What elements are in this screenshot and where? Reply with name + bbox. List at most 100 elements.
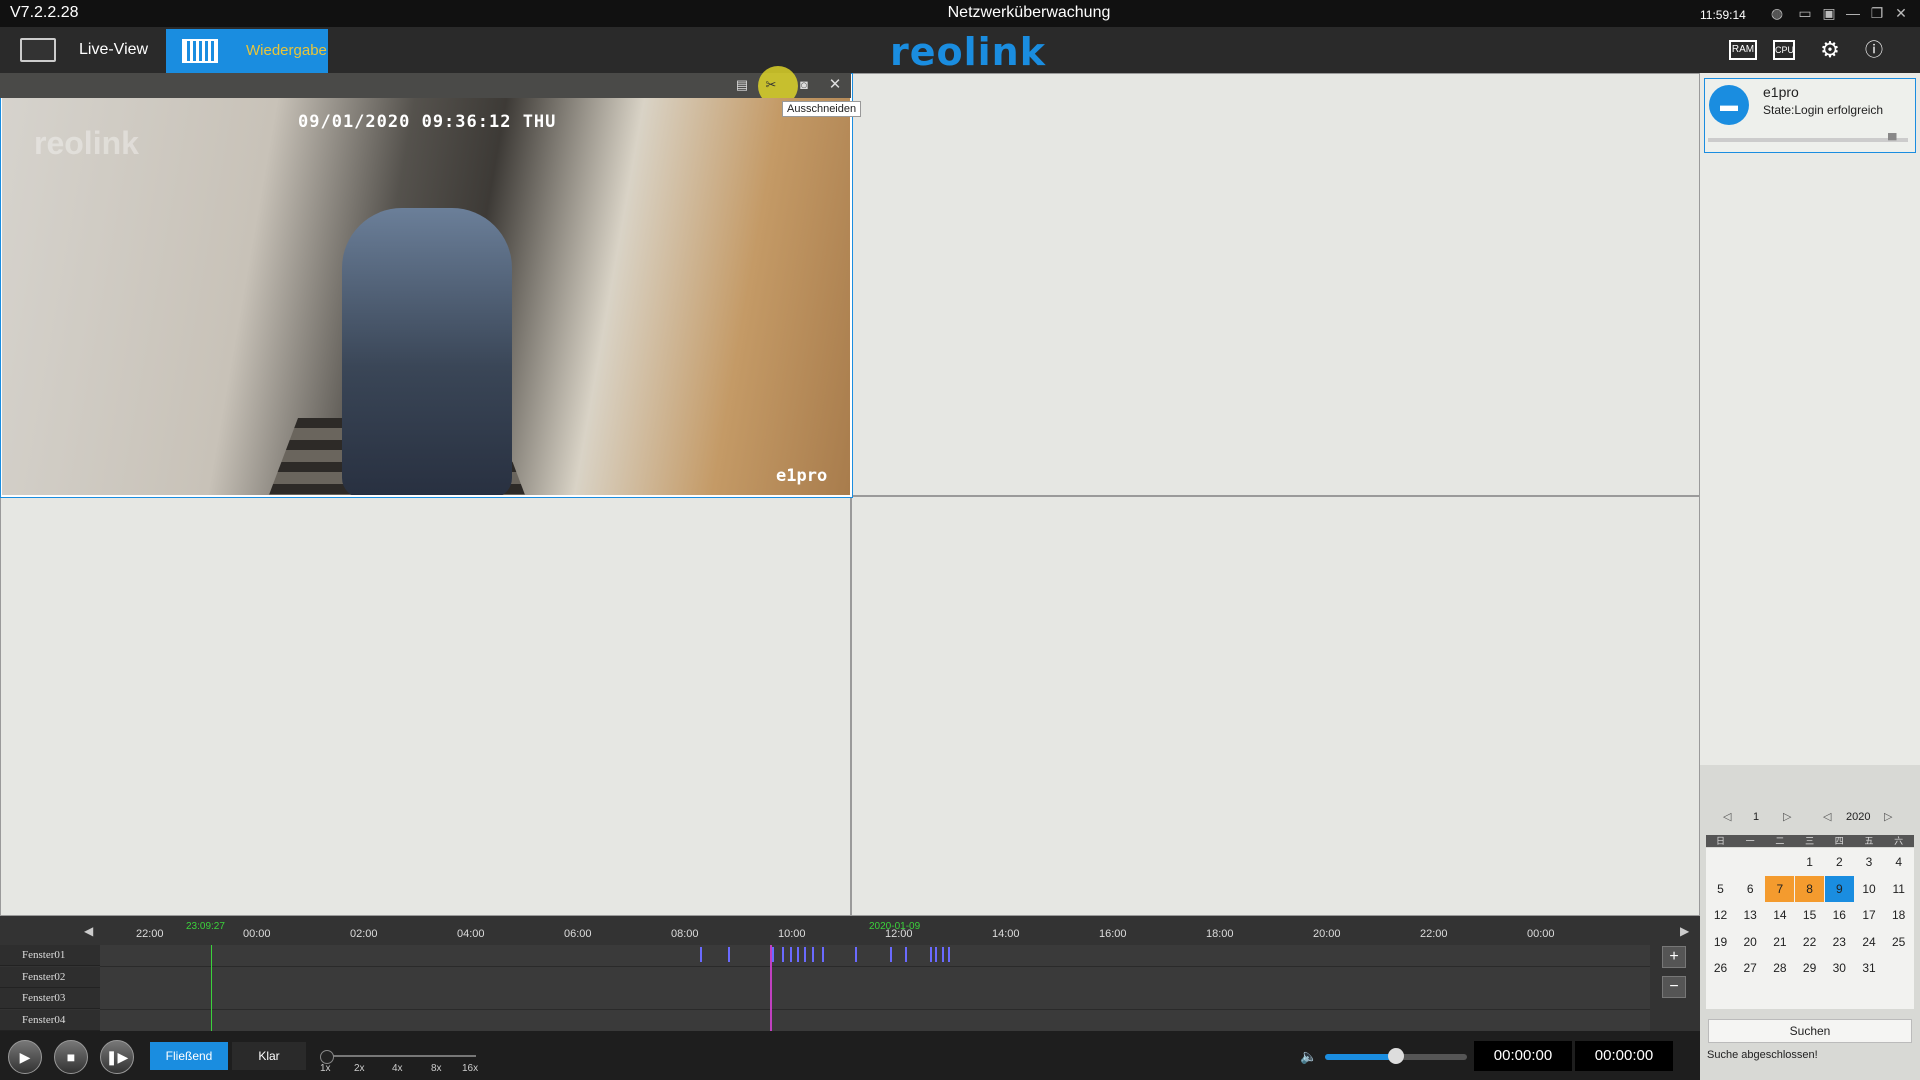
timeline-row-label[interactable]: Fenster03 bbox=[0, 988, 100, 1009]
globe-icon[interactable]: ◍ bbox=[1768, 5, 1786, 21]
close-icon[interactable]: ✕ bbox=[1892, 5, 1910, 21]
scissors-icon[interactable]: ✂ bbox=[762, 76, 780, 94]
calendar-day[interactable]: 1 bbox=[1795, 849, 1824, 875]
fluent-mode-button[interactable]: Fließend bbox=[150, 1042, 228, 1070]
year-prev-arrow[interactable]: ◁ bbox=[1823, 810, 1831, 823]
speed-label: 1x bbox=[320, 1063, 331, 1074]
recording-event-mark[interactable] bbox=[812, 947, 814, 962]
volume-knob[interactable] bbox=[1388, 1048, 1404, 1064]
calendar-day[interactable]: 24 bbox=[1855, 929, 1884, 955]
clapperboard-icon bbox=[182, 39, 218, 63]
recording-event-mark[interactable] bbox=[930, 947, 932, 962]
recording-event-mark[interactable] bbox=[905, 947, 907, 962]
video-cell-2[interactable] bbox=[851, 73, 1700, 496]
recording-event-mark[interactable] bbox=[782, 947, 784, 962]
calendar-day[interactable]: 12 bbox=[1706, 902, 1735, 928]
timeline-row-label[interactable]: Fenster01 bbox=[0, 945, 100, 966]
calendar-day[interactable]: 10 bbox=[1855, 876, 1884, 902]
calendar-day[interactable]: 16 bbox=[1825, 902, 1854, 928]
timeline-right-arrow[interactable]: ▶ bbox=[1680, 924, 1689, 938]
weekday-label: 三 bbox=[1805, 836, 1815, 846]
cpu-icon[interactable]: CPU bbox=[1773, 40, 1795, 60]
calendar-day[interactable]: 13 bbox=[1736, 902, 1765, 928]
calendar-day[interactable]: 22 bbox=[1795, 929, 1824, 955]
calendar-day[interactable]: 5 bbox=[1706, 876, 1735, 902]
calendar-nav bbox=[1706, 807, 1914, 827]
recording-event-mark[interactable] bbox=[948, 947, 950, 962]
calendar-day[interactable]: 11 bbox=[1884, 876, 1913, 902]
recording-event-mark[interactable] bbox=[890, 947, 892, 962]
clear-mode-button[interactable]: Klar bbox=[232, 1042, 306, 1070]
recording-event-mark[interactable] bbox=[942, 947, 944, 962]
video-channel-name: e1pro bbox=[776, 466, 828, 486]
calendar-day[interactable]: 6 bbox=[1736, 876, 1765, 902]
calendar-day[interactable]: 2 bbox=[1825, 849, 1854, 875]
playback-button[interactable]: Wiedergabe bbox=[166, 29, 328, 73]
calendar-day[interactable]: 7 bbox=[1765, 875, 1795, 902]
volume-icon[interactable]: 🔈 bbox=[1300, 1048, 1317, 1065]
calendar-day[interactable]: 20 bbox=[1736, 929, 1765, 955]
fullscreen-icon[interactable]: ▣ bbox=[1820, 5, 1838, 21]
recording-event-mark[interactable] bbox=[700, 947, 702, 962]
year-next-arrow[interactable]: ▷ bbox=[1884, 810, 1892, 823]
video-cell-4[interactable] bbox=[851, 496, 1700, 916]
calendar-day[interactable]: 26 bbox=[1706, 955, 1735, 981]
restore-icon[interactable]: ❐ bbox=[1868, 5, 1886, 21]
month-next-arrow[interactable]: ▷ bbox=[1783, 810, 1791, 823]
calendar-day[interactable]: 30 bbox=[1825, 955, 1854, 981]
recording-event-mark[interactable] bbox=[935, 947, 937, 962]
zoom-out-button[interactable]: − bbox=[1662, 976, 1686, 998]
calendar-day[interactable]: 31 bbox=[1855, 955, 1884, 981]
calendar-day[interactable]: 15 bbox=[1795, 902, 1824, 928]
video-person bbox=[342, 208, 512, 495]
month-prev-arrow[interactable]: ◁ bbox=[1723, 810, 1731, 823]
timeline-row[interactable] bbox=[100, 988, 1650, 1010]
recording-event-mark[interactable] bbox=[728, 947, 730, 962]
recording-event-mark[interactable] bbox=[855, 947, 857, 962]
close-video-icon[interactable]: ✕ bbox=[826, 76, 844, 94]
speed-knob[interactable] bbox=[320, 1050, 334, 1064]
camera-snapshot-icon[interactable]: ◙ bbox=[795, 76, 813, 94]
video-cell-3[interactable] bbox=[0, 496, 851, 916]
calendar-day[interactable]: 25 bbox=[1884, 929, 1913, 955]
timeline-row[interactable] bbox=[100, 945, 1650, 967]
monitor-icon[interactable]: ▭ bbox=[1796, 5, 1814, 21]
calendar-day[interactable]: 23 bbox=[1825, 929, 1854, 955]
minimize-icon[interactable]: — bbox=[1844, 5, 1862, 21]
calendar-day[interactable]: 3 bbox=[1855, 849, 1884, 875]
search-button[interactable]: Suchen bbox=[1708, 1019, 1912, 1043]
info-icon[interactable]: ⓘ bbox=[1860, 38, 1888, 62]
recording-event-mark[interactable] bbox=[790, 947, 792, 962]
timeline-row[interactable] bbox=[100, 1009, 1650, 1032]
speed-slider[interactable] bbox=[326, 1055, 476, 1057]
recording-event-mark[interactable] bbox=[822, 947, 824, 962]
calendar-day[interactable]: 29 bbox=[1795, 955, 1824, 981]
timeline-row[interactable] bbox=[100, 966, 1650, 989]
timeline-left-arrow[interactable]: ◀ bbox=[84, 924, 93, 938]
save-icon[interactable]: ▤ bbox=[733, 76, 751, 94]
calendar-day[interactable]: 4 bbox=[1884, 849, 1913, 875]
calendar-day[interactable]: 19 bbox=[1706, 929, 1735, 955]
camera-device-icon: ▬ bbox=[1709, 85, 1749, 125]
play-button[interactable]: ▶ bbox=[8, 1040, 42, 1074]
recording-event-mark[interactable] bbox=[804, 947, 806, 962]
timeline-row-label[interactable]: Fenster02 bbox=[0, 966, 100, 988]
calendar-day[interactable]: 27 bbox=[1736, 955, 1765, 981]
calendar-day[interactable]: 28 bbox=[1765, 955, 1794, 981]
calendar-day[interactable]: 21 bbox=[1765, 929, 1794, 955]
live-view-button[interactable]: Live-View bbox=[10, 27, 160, 73]
step-forward-button[interactable]: ❚▶ bbox=[100, 1040, 134, 1074]
stop-button[interactable]: ■ bbox=[54, 1040, 88, 1074]
recording-event-mark[interactable] bbox=[772, 947, 774, 962]
calendar-day[interactable]: 18 bbox=[1884, 902, 1913, 928]
calendar-day[interactable]: 17 bbox=[1855, 902, 1884, 928]
ram-icon[interactable]: RAM bbox=[1729, 40, 1757, 60]
recording-event-mark[interactable] bbox=[797, 947, 799, 962]
timeline-row-label[interactable]: Fenster04 bbox=[0, 1009, 100, 1031]
settings-gear-icon[interactable]: ⚙ bbox=[1816, 38, 1844, 62]
zoom-in-button[interactable]: + bbox=[1662, 946, 1686, 968]
calendar-day[interactable]: 8 bbox=[1795, 875, 1825, 902]
calendar-day[interactable]: 9 bbox=[1824, 875, 1854, 902]
calendar-day[interactable]: 14 bbox=[1765, 902, 1794, 928]
timeline-tick-label: 08:00 bbox=[671, 928, 699, 940]
